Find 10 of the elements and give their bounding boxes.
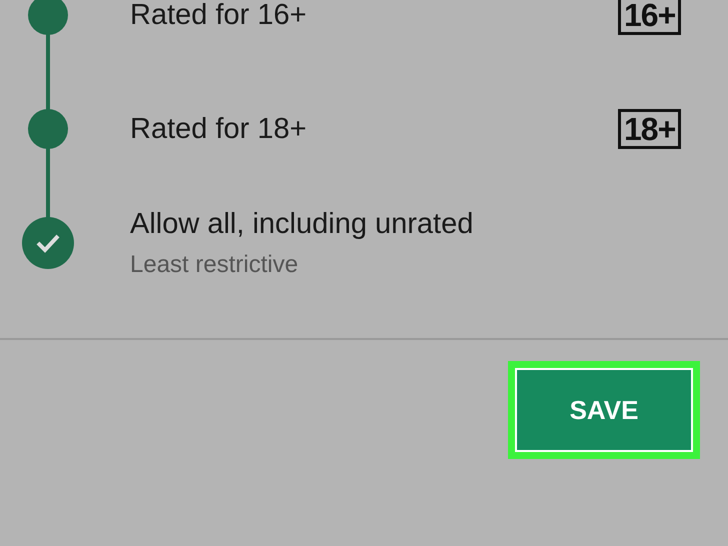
step-dot[interactable]: [28, 0, 68, 35]
option-title: Rated for 16+: [130, 0, 308, 32]
check-icon: [35, 233, 61, 253]
option-subtitle: Least restrictive: [130, 250, 300, 278]
save-button[interactable]: SAVE: [508, 361, 700, 459]
option-title: Rated for 18+: [130, 112, 308, 146]
selected-step-dot[interactable]: [22, 217, 74, 269]
option-title: Allow all, including unrated: [130, 208, 474, 240]
rating-badge: 16+: [618, 0, 682, 35]
rating-badge: 18+: [618, 109, 682, 149]
